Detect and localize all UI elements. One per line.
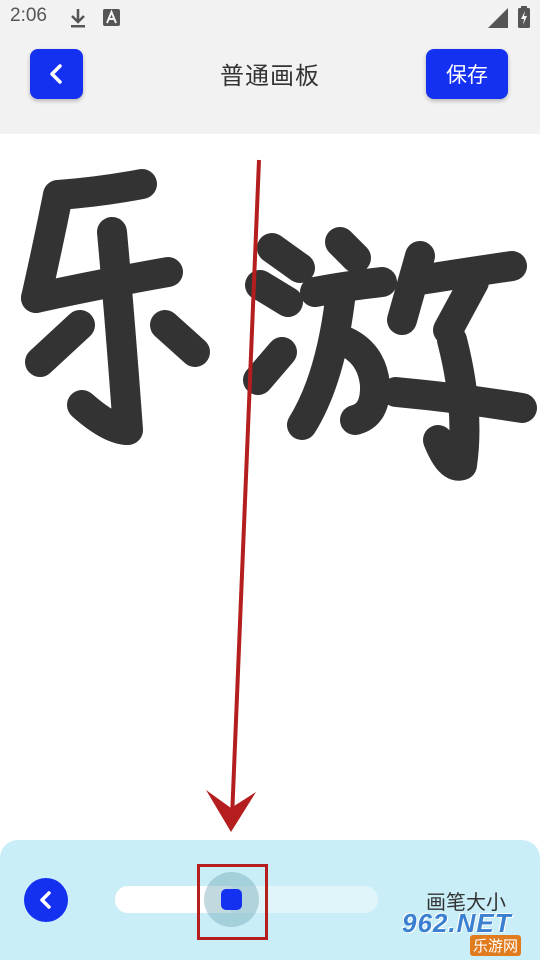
stroke [25, 310, 95, 377]
stroke [327, 325, 391, 435]
app-a-icon [103, 9, 120, 26]
download-icon [71, 9, 85, 28]
stroke [287, 285, 355, 440]
highlight-box [197, 864, 268, 940]
chevron-left-icon [40, 891, 51, 909]
battery-icon [518, 6, 530, 28]
stroke [150, 310, 210, 367]
app-bar: 普通画板 保存 [0, 36, 540, 134]
stroke [245, 270, 303, 317]
stroke [257, 233, 315, 283]
signal-icon [488, 8, 508, 28]
panel-back-button[interactable] [24, 878, 68, 922]
stroke [325, 227, 371, 273]
status-time: 2:06 [10, 5, 47, 26]
drawing-canvas[interactable] [0, 134, 540, 840]
watermark-subtitle: 乐游网 [470, 935, 522, 956]
save-button[interactable]: 保存 [426, 49, 508, 99]
handwriting-strokes [21, 169, 537, 481]
status-bar: 2:06 [0, 0, 540, 36]
watermark-logo: 962.NET 乐游网 [400, 908, 536, 958]
stroke [243, 337, 297, 395]
